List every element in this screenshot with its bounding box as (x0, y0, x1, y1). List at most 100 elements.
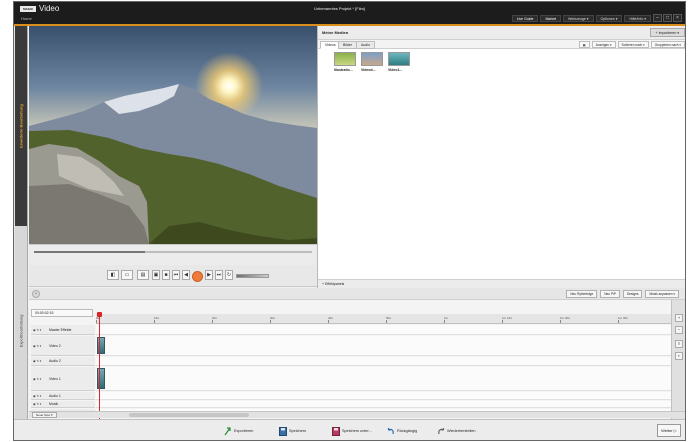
save-as-button[interactable]: Speichern unter... (332, 425, 372, 437)
scrubber-track[interactable] (34, 251, 312, 253)
designs-button[interactable]: Designs (622, 290, 643, 298)
media-item-label: Video1... (388, 68, 403, 72)
export-icon (224, 426, 231, 435)
redo-button[interactable]: Wiederherstellen (437, 425, 476, 437)
track-name: Audio 1 (49, 393, 61, 398)
ruler-tick-label: 20s (212, 316, 217, 320)
track-header[interactable]: ◉ ✎ ▾ Master Effekte (31, 325, 95, 335)
tab-audio[interactable]: Audio (356, 41, 375, 49)
track-controls-icon[interactable]: ◉ ✎ ▾ (33, 344, 41, 348)
redo-label: Wiederherstellen (447, 429, 476, 433)
track-lane[interactable] (96, 367, 681, 391)
collapse-arrow-icon[interactable]: ^ (32, 290, 40, 298)
track-lanes[interactable] (96, 325, 681, 420)
new-track-dropdown[interactable]: Neue Spur ▾ (32, 412, 57, 418)
record-button[interactable] (192, 271, 203, 282)
adjust-music-button[interactable]: Musik anpassen ▾ (645, 290, 679, 298)
group-dropdown[interactable]: Gruppieren nach ▾ (650, 41, 685, 48)
new-pip-button[interactable]: Neu PiP (600, 290, 620, 298)
loop-icon[interactable]: ↻ (225, 270, 233, 280)
track-lane[interactable] (96, 401, 681, 408)
tab-advanced-editing[interactable]: Erweiterte Bearbeitung (15, 26, 27, 226)
lock-icon[interactable]: ▪ (675, 352, 683, 360)
track-header[interactable]: ◉ ✎ ▾ Audio 1 (31, 392, 95, 400)
undo-button[interactable]: Rückgängig (387, 425, 417, 437)
import-button[interactable]: + Importieren ▾ (649, 28, 685, 37)
volume-slider[interactable] (236, 274, 269, 278)
track-controls-icon[interactable]: ◉ ✎ ▾ (33, 402, 41, 406)
tools-menu[interactable]: Werkzeuge ▾ (563, 15, 594, 22)
snapshot-icon[interactable]: ▣ (152, 270, 160, 280)
help-menu[interactable]: Hilfe/Info ▾ (624, 15, 651, 22)
track-controls-icon[interactable]: ◉ ✎ ▾ (33, 377, 41, 381)
effects-panel-toggle[interactable]: + Effektpanels (322, 282, 344, 286)
preview-scrubber[interactable] (29, 244, 317, 265)
tab-images[interactable]: Bilder (338, 41, 357, 49)
track-header[interactable]: ◉ ✎ ▾ Musik (31, 401, 95, 408)
sort-dropdown[interactable]: Sortieren nach ▾ (617, 41, 649, 48)
track-controls-icon[interactable]: ◉ ✎ ▾ (33, 359, 41, 363)
media-pool: Meine Medien + Importieren ▾ Videos Bild… (317, 26, 685, 288)
grid-view-icon[interactable]: ▦ (578, 41, 590, 48)
tab-export-editing[interactable]: Exportbearbeitung (15, 226, 27, 436)
play-icon[interactable]: ▶ (205, 270, 213, 280)
left-tab-bar: Erweiterte Bearbeitung Exportbearbeitung (14, 26, 28, 440)
track-name: Video 2 (49, 343, 61, 348)
layout-icon[interactable]: ▭ (121, 270, 133, 280)
market-button[interactable]: Market (540, 15, 562, 22)
monitor-mode-icon[interactable]: ◧ (107, 270, 119, 280)
track-lane[interactable] (96, 392, 681, 400)
stop-icon[interactable]: ■ (162, 270, 170, 280)
media-footer[interactable]: + Effektpanels (318, 279, 685, 288)
new-rhythm-button[interactable]: Neu Rythmfolge (566, 290, 598, 298)
track-lane[interactable] (96, 357, 681, 366)
zoom-in-icon[interactable]: + (675, 314, 683, 322)
view-dropdown[interactable]: Anzeigen ▾ (591, 41, 616, 48)
media-title: Meine Medien (322, 30, 349, 35)
zoom-out-icon[interactable]: − (675, 326, 683, 334)
timeline-ruler[interactable]: 0s10s20s30s40s50s1m1m 10s1m 20s1m 30s1m … (96, 314, 685, 324)
save-icon (279, 426, 287, 436)
close-button[interactable]: × (673, 14, 682, 22)
timecode-display[interactable]: 00:00:02:15 (31, 309, 93, 317)
track-controls-icon[interactable]: ◉ ✎ ▾ (33, 328, 41, 332)
app-logo: MAGIX (20, 6, 36, 12)
forward-icon[interactable]: ⏭ (215, 270, 223, 280)
track-name: Video 1 (49, 376, 61, 381)
playhead[interactable] (97, 312, 102, 420)
track-name: Master Effekte (49, 327, 72, 332)
next-button[interactable]: Weiter ▷ (657, 424, 681, 437)
save-button[interactable]: Speichern (279, 425, 306, 437)
export-button[interactable]: Exportieren (224, 425, 253, 437)
track-header[interactable]: ◉ ✎ ▾ Audio 2 (31, 357, 95, 366)
track-lane[interactable] (96, 325, 681, 335)
track-controls-icon[interactable]: ◉ ✎ ▾ (33, 394, 41, 398)
preview-monitor[interactable] (29, 26, 317, 244)
track-header[interactable]: ◉ ✎ ▾ Video 1 (31, 367, 95, 391)
track-header[interactable]: ◉ ✎ ▾ Video 2 (31, 336, 95, 356)
live-guide-button[interactable]: Live Guide (511, 15, 539, 22)
app-name: Video (39, 4, 60, 13)
options-menu[interactable]: Optionen ▾ (595, 15, 623, 22)
minimize-button[interactable]: – (653, 14, 662, 22)
media-item[interactable]: Illustratio... (334, 52, 358, 76)
rewind-icon[interactable]: ◀ (182, 270, 190, 280)
mixer-icon[interactable]: ≡ (675, 340, 683, 348)
home-breadcrumb[interactable]: Home (21, 16, 32, 21)
horizontal-scrollbar[interactable] (129, 413, 249, 417)
preview-landscape (29, 84, 317, 244)
media-thumbnail (361, 52, 383, 66)
redo-icon (438, 427, 445, 434)
prev-marker-icon[interactable]: ⏮ (172, 270, 180, 280)
tab-export-editing-label: Exportbearbeitung (18, 314, 24, 348)
settings-icon[interactable]: ▤ (137, 270, 149, 280)
media-item[interactable]: Video1... (388, 52, 412, 76)
media-item[interactable]: Videod... (361, 52, 385, 76)
track-lane[interactable] (96, 336, 681, 356)
maximize-button[interactable]: □ (663, 14, 672, 22)
media-header: Meine Medien + Importieren ▾ (318, 26, 685, 40)
save-as-icon (332, 426, 340, 436)
ruler-tick-label: 1m (444, 316, 449, 320)
ruler-tick-label: 1m 20s (560, 316, 570, 320)
ruler-tick-label: 1m 30s (618, 316, 628, 320)
